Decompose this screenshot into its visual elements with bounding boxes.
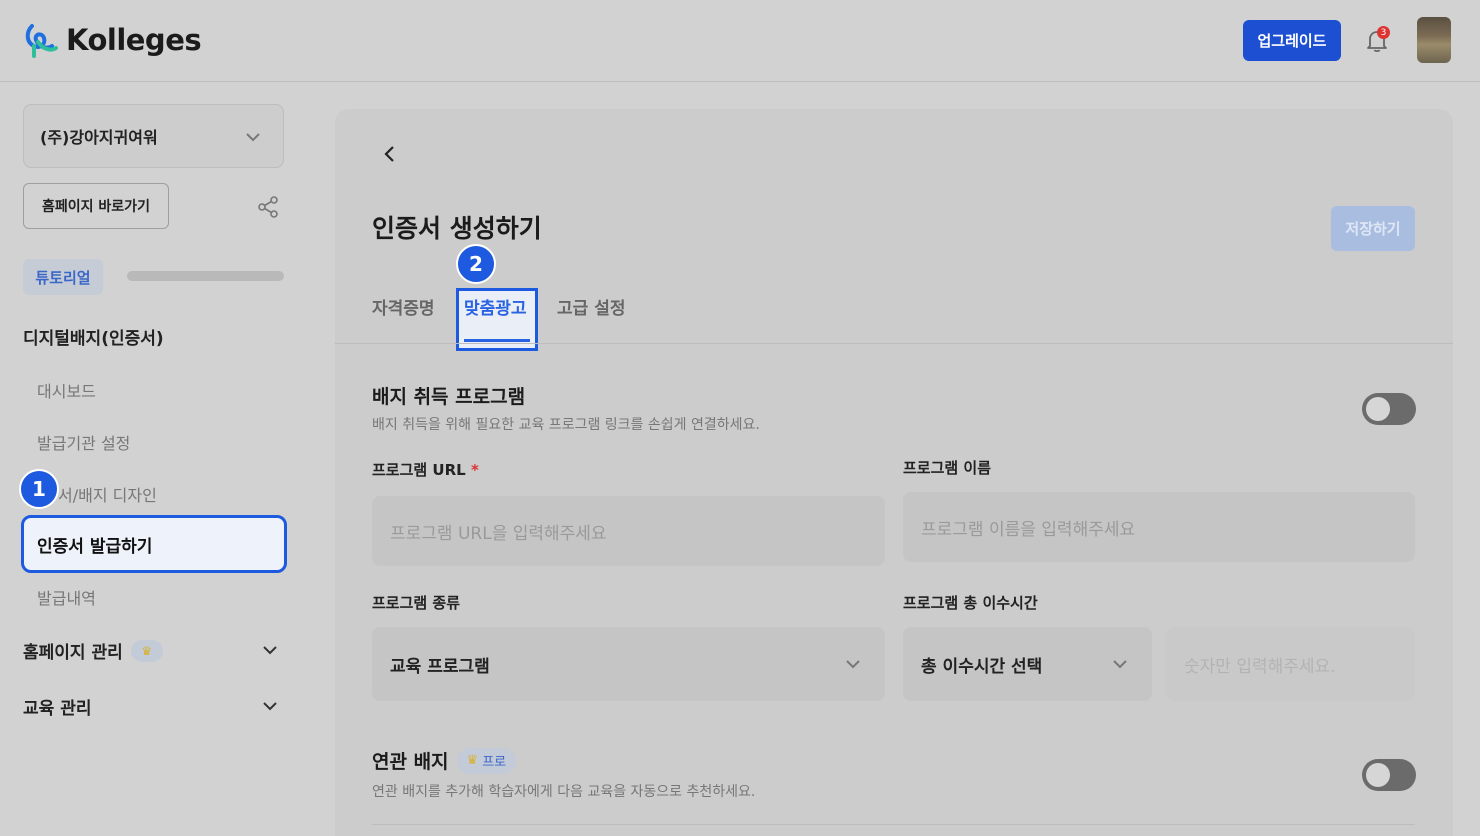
sidebar: (주)강아지귀여워 홈페이지 바로가기 튜토리얼 디지털배지(인증서) 대시보드…	[0, 83, 307, 836]
chevron-down-icon[interactable]	[260, 696, 280, 716]
brand-name: Kolleges	[66, 23, 202, 57]
sidebar-group-label: 홈페이지 관리	[23, 643, 123, 663]
tutorial-badge[interactable]: 튜토리얼	[23, 259, 103, 295]
badge-program-title-text: 배지 취득 프로그램	[372, 386, 526, 408]
top-header: Kolleges 업그레이드 3	[0, 0, 1480, 82]
chevron-down-icon	[246, 133, 260, 142]
sidebar-item-issue-certificate[interactable]: 인증서 발급하기	[21, 515, 287, 573]
related-badge-title-text: 연관 배지	[372, 751, 449, 773]
program-hours-label: 프로그램 총 이수시간	[903, 594, 1038, 612]
program-type-label: 프로그램 종류	[372, 594, 461, 612]
program-url-input[interactable]: 프로그램 URL을 입력해주세요	[372, 496, 885, 566]
brand-logo[interactable]: Kolleges	[24, 22, 202, 58]
sidebar-group-homepage[interactable]: 홈페이지 관리 ♛	[23, 638, 163, 663]
chevron-down-icon[interactable]	[260, 640, 280, 660]
sidebar-item-dashboard[interactable]: 대시보드	[37, 378, 96, 402]
sidebar-group-education[interactable]: 교육 관리	[23, 694, 91, 719]
back-arrow-icon[interactable]	[380, 144, 400, 164]
tab-active-underline	[464, 339, 530, 342]
save-button[interactable]: 저장하기	[1331, 206, 1415, 251]
related-badge-toggle[interactable]	[1362, 759, 1416, 791]
section-title-digital-badge: 디지털배지(인증서)	[23, 329, 164, 349]
homepage-link-button[interactable]: 홈페이지 바로가기	[23, 183, 169, 229]
program-hours-value: 총 이수시간 선택	[921, 656, 1043, 677]
pro-badge: ♛ 프로	[456, 747, 517, 774]
avatar[interactable]	[1417, 17, 1451, 63]
program-hours-select[interactable]: 총 이수시간 선택	[903, 627, 1152, 701]
related-badge-description: 연관 배지를 추가해 학습자에게 다음 교육을 자동으로 추천하세요.	[372, 784, 756, 800]
program-hours-input[interactable]: 숫자만 입력해주세요.	[1166, 627, 1415, 701]
program-name-input[interactable]: 프로그램 이름을 입력해주세요	[903, 492, 1415, 562]
program-name-label: 프로그램 이름	[903, 459, 992, 477]
sidebar-item-design[interactable]: 서/배지 디자인	[58, 482, 157, 506]
tab-divider	[335, 343, 1453, 344]
notification-count-badge: 3	[1377, 26, 1390, 39]
tab-credential[interactable]: 자격증명	[372, 294, 435, 319]
tab-custom-ad[interactable]: 맞춤광고	[464, 294, 527, 319]
page-title: 인증서 생성하기	[372, 214, 542, 243]
step-marker-2: 2	[456, 244, 496, 284]
tutorial-progress-bar	[127, 271, 284, 281]
required-mark: *	[470, 461, 479, 479]
tab-advanced-settings[interactable]: 고급 설정	[557, 294, 625, 319]
section-divider	[372, 824, 1415, 825]
program-url-label-text: 프로그램 URL	[372, 461, 466, 479]
program-url-label: 프로그램 URL *	[372, 459, 479, 480]
badge-program-title: 배지 취득 프로그램	[372, 382, 525, 409]
chevron-down-icon	[846, 660, 860, 669]
step-marker-1: 1	[19, 469, 59, 509]
badge-program-description: 배지 취득을 위해 필요한 교육 프로그램 링크를 손쉽게 연결하세요.	[372, 417, 760, 433]
badge-program-toggle[interactable]	[1362, 393, 1416, 425]
organization-name: (주)강아지귀여워	[40, 128, 158, 147]
crown-icon: ♛	[130, 639, 163, 662]
sidebar-item-issuer-settings[interactable]: 발급기관 설정	[37, 430, 130, 454]
program-type-value: 교육 프로그램	[390, 656, 490, 677]
organization-select[interactable]: (주)강아지귀여워	[23, 104, 284, 168]
share-icon[interactable]	[256, 195, 280, 219]
related-badge-title: 연관 배지 ♛ 프로	[372, 747, 517, 774]
sidebar-item-issue-history[interactable]: 발급내역	[37, 585, 96, 609]
kolleges-logo-icon	[25, 24, 58, 58]
pro-label: 프로	[482, 755, 507, 770]
sidebar-group-label: 교육 관리	[23, 699, 92, 719]
program-type-select[interactable]: 교육 프로그램	[372, 627, 885, 701]
chevron-down-icon	[1113, 660, 1127, 669]
crown-icon: ♛	[466, 753, 479, 768]
upgrade-button[interactable]: 업그레이드	[1243, 20, 1341, 61]
